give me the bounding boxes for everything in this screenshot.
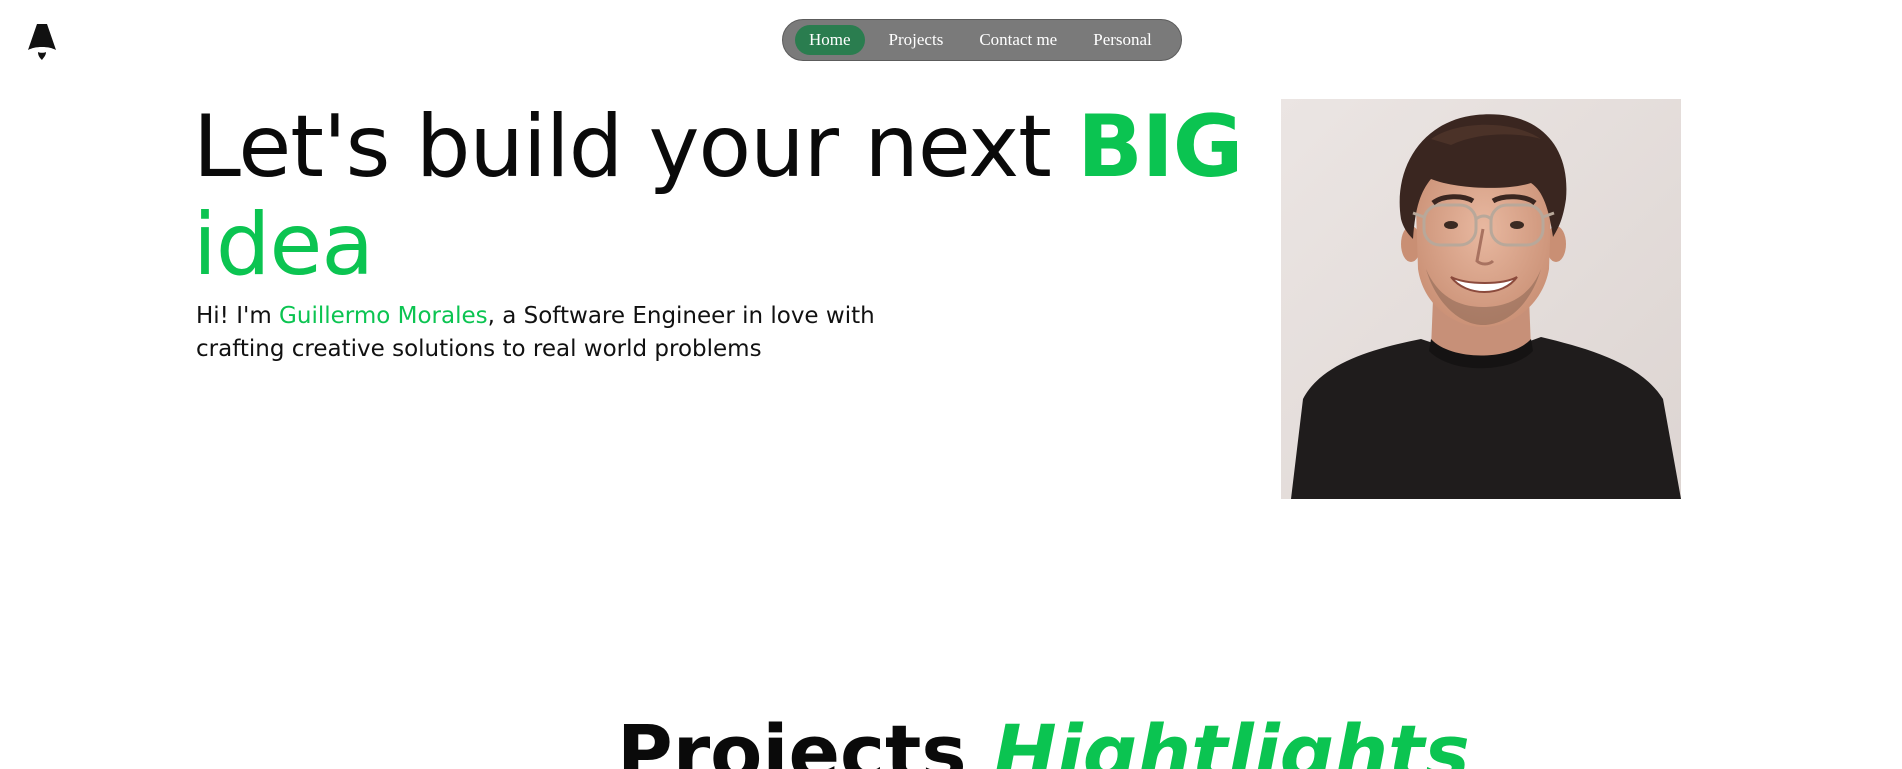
hero-intro: Hi! I'm Guillermo Morales, a Software En… bbox=[196, 300, 956, 366]
projects-heading-accent: Hightlights bbox=[993, 708, 1470, 769]
nav-item-home[interactable]: Home bbox=[795, 25, 865, 55]
hero-title-idea: idea bbox=[193, 195, 374, 295]
portrait-illustration bbox=[1281, 99, 1681, 499]
projects-heading: Projects Hightlights bbox=[617, 708, 1470, 769]
nav-item-personal[interactable]: Personal bbox=[1075, 25, 1170, 55]
page: Home Projects Contact me Personal Let's … bbox=[0, 0, 1902, 769]
hero-intro-prefix: Hi! I'm bbox=[196, 303, 280, 329]
main-nav: Home Projects Contact me Personal bbox=[782, 19, 1182, 61]
hero-title: Let's build your next BIG idea bbox=[193, 98, 1283, 294]
profile-portrait bbox=[1281, 99, 1681, 499]
hero-intro-name: Guillermo Morales bbox=[279, 303, 488, 329]
astro-logo-icon[interactable] bbox=[26, 22, 58, 62]
projects-heading-start: Projects bbox=[617, 708, 994, 769]
nav-item-contact[interactable]: Contact me bbox=[961, 25, 1075, 55]
hero-title-start: Let's build your next bbox=[193, 97, 1078, 197]
hero-title-big: BIG bbox=[1077, 97, 1243, 197]
nav-item-projects[interactable]: Projects bbox=[871, 25, 962, 55]
